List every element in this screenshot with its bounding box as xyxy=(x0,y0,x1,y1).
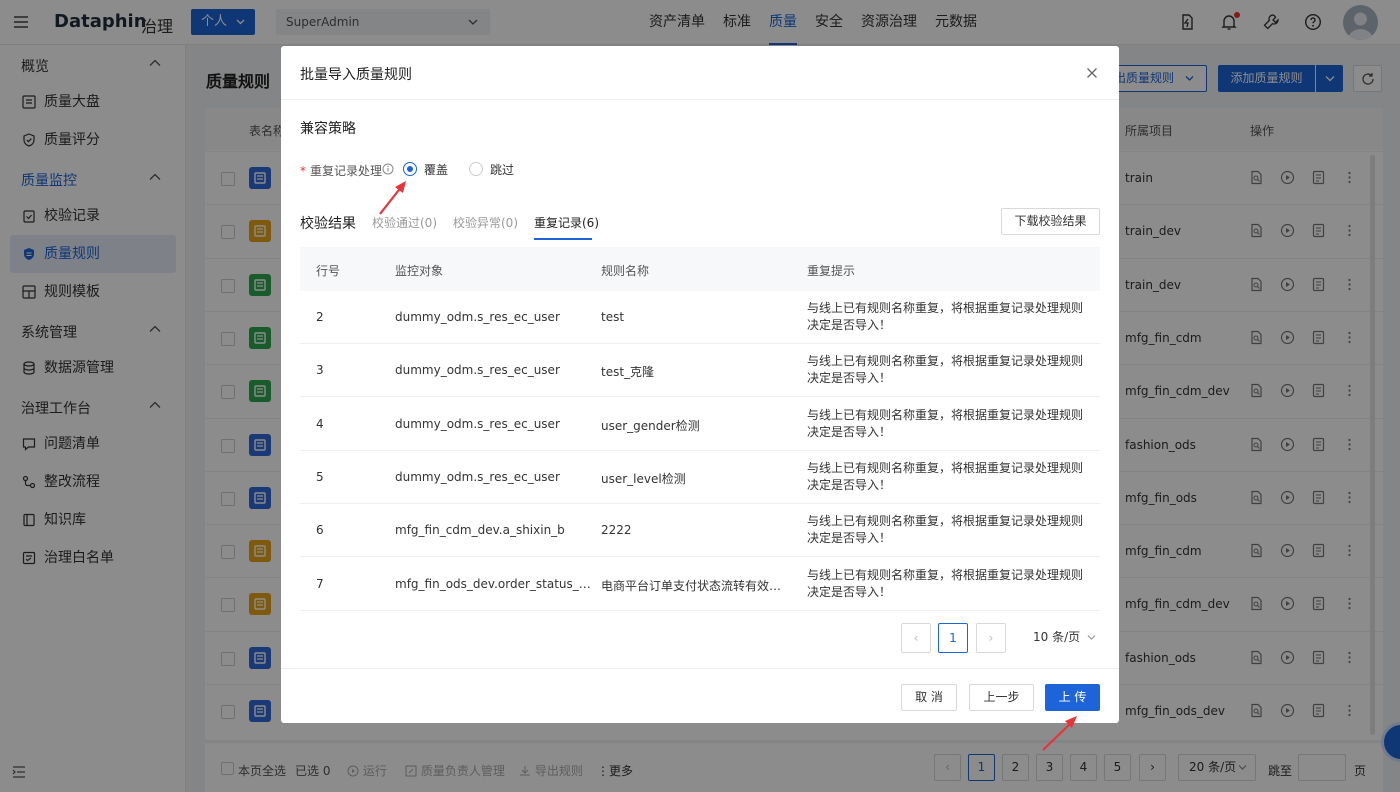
dialog-page-1-button[interactable]: 1 xyxy=(938,623,968,653)
dialog-header: 批量导入质量规则 xyxy=(281,46,1119,100)
row-no-cell: 7 xyxy=(316,576,324,591)
monitor-object-cell: dummy_odm.s_res_ec_user xyxy=(395,310,560,324)
annotation-arrow-icon xyxy=(379,181,406,215)
annotation-arrow-icon xyxy=(1042,716,1077,751)
column-monitor-object: 监控对象 xyxy=(395,264,444,278)
rule-name-cell: test xyxy=(601,310,625,324)
overwrite-radio[interactable] xyxy=(403,162,417,176)
repeat-hint-cell: 与线上已有规则名称重复，将根据重复记录处理规则决定是否导入！ xyxy=(807,301,1084,332)
monitor-object-cell: dummy_odm.s_res_ec_user xyxy=(395,363,560,378)
table-row: 7 mfg_fin_ods_dev.order_status_… 电商平台订单支付状… xyxy=(300,558,1100,611)
dialog-title: 批量导入质量规则 xyxy=(300,67,412,83)
column-rule-name: 规则名称 xyxy=(601,264,650,278)
prev-step-button[interactable]: 上一步 xyxy=(969,684,1034,711)
row-no-cell: 5 xyxy=(316,469,324,484)
repeat-hint-cell: 与线上已有规则名称重复，将根据重复记录处理规则决定是否导入！ xyxy=(807,567,1084,599)
overwrite-label[interactable]: 覆盖 xyxy=(424,161,448,178)
active-tab-indicator xyxy=(534,238,592,240)
dialog-next-page-button[interactable]: › xyxy=(976,623,1006,653)
rule-name-cell: 2222 xyxy=(601,523,632,538)
table-row: 6 mfg_fin_cdm_dev.a_shixin_b 2222 与线上已有规则名称… xyxy=(300,504,1100,558)
skip-label[interactable]: 跳过 xyxy=(490,161,514,178)
table-row: 5 dummy_odm.s_res_ec_user user_level检测 与线上已… xyxy=(300,451,1100,504)
dialog-footer: 取 消 上一步 上 传 xyxy=(281,668,1119,723)
close-icon[interactable] xyxy=(1085,66,1099,80)
info-icon[interactable] xyxy=(382,163,394,175)
column-repeat-hint: 重复提示 xyxy=(807,264,856,278)
table-row: 4 dummy_odm.s_res_ec_user user_gender检测 与线上… xyxy=(300,398,1100,451)
check-result-title: 校验结果 xyxy=(300,216,356,232)
monitor-object-cell: dummy_odm.s_res_ec_user xyxy=(395,469,560,484)
import-rules-dialog: 批量导入质量规则 兼容策略 * 重复记录处理 覆盖 跳过 校验结果 校验通过(0)… xyxy=(281,46,1119,723)
rule-name-cell: test_克隆 xyxy=(601,365,655,380)
required-mark: * xyxy=(300,164,306,178)
tab-abnormal[interactable]: 校验异常(0) xyxy=(453,214,518,231)
rule-name-cell: user_gender检测 xyxy=(601,418,700,433)
repeat-hint-cell: 与线上已有规则名称重复，将根据重复记录处理规则决定是否导入！ xyxy=(807,514,1084,546)
monitor-object-cell: dummy_odm.s_res_ec_user xyxy=(395,416,560,431)
monitor-object-cell: mfg_fin_cdm_dev.a_shixin_b xyxy=(395,523,565,538)
rule-name-cell: 电商平台订单支付状态流转有效… xyxy=(601,578,782,593)
column-row-no: 行号 xyxy=(316,264,341,278)
chevron-down-icon xyxy=(1087,634,1096,641)
row-no-cell: 6 xyxy=(316,523,324,538)
monitor-object-cell: mfg_fin_ods_dev.order_status_… xyxy=(395,576,591,591)
rule-name-cell: user_level检测 xyxy=(601,471,686,486)
dialog-page-size-value: 10 条/页 xyxy=(1033,630,1081,644)
row-no-cell: 4 xyxy=(316,416,324,431)
table-row: 3 dummy_odm.s_res_ec_user test_克隆 与线上已有规则名称… xyxy=(300,344,1100,398)
skip-radio[interactable] xyxy=(469,162,483,176)
table-header: 行号 监控对象 规则名称 重复提示 xyxy=(300,247,1100,291)
tab-duplicate[interactable]: 重复记录(6) xyxy=(534,214,599,231)
row-no-cell: 3 xyxy=(316,363,324,378)
compat-strategy-title: 兼容策略 xyxy=(300,121,356,137)
download-result-button[interactable]: 下载校验结果 xyxy=(1001,208,1100,235)
repeat-hint-cell: 与线上已有规则名称重复，将根据重复记录处理规则决定是否导入！ xyxy=(807,460,1084,492)
dialog-page-size-select[interactable]: 10 条/页 xyxy=(1033,628,1096,645)
dialog-prev-page-button[interactable]: ‹ xyxy=(901,623,931,653)
table-row: 2 dummy_odm.s_res_ec_user test 与线上已有规则名称重复，… xyxy=(300,291,1100,344)
repeat-hint-cell: 与线上已有规则名称重复，将根据重复记录处理规则决定是否导入！ xyxy=(807,354,1084,386)
upload-button[interactable]: 上 传 xyxy=(1045,684,1100,711)
duplicate-handling-text: 重复记录处理 xyxy=(310,164,383,178)
row-no-cell: 2 xyxy=(316,310,324,324)
repeat-hint-cell: 与线上已有规则名称重复，将根据重复记录处理规则决定是否导入！ xyxy=(807,407,1084,439)
duplicate-handling-label: * 重复记录处理 xyxy=(300,162,382,179)
cancel-button[interactable]: 取 消 xyxy=(901,684,957,711)
